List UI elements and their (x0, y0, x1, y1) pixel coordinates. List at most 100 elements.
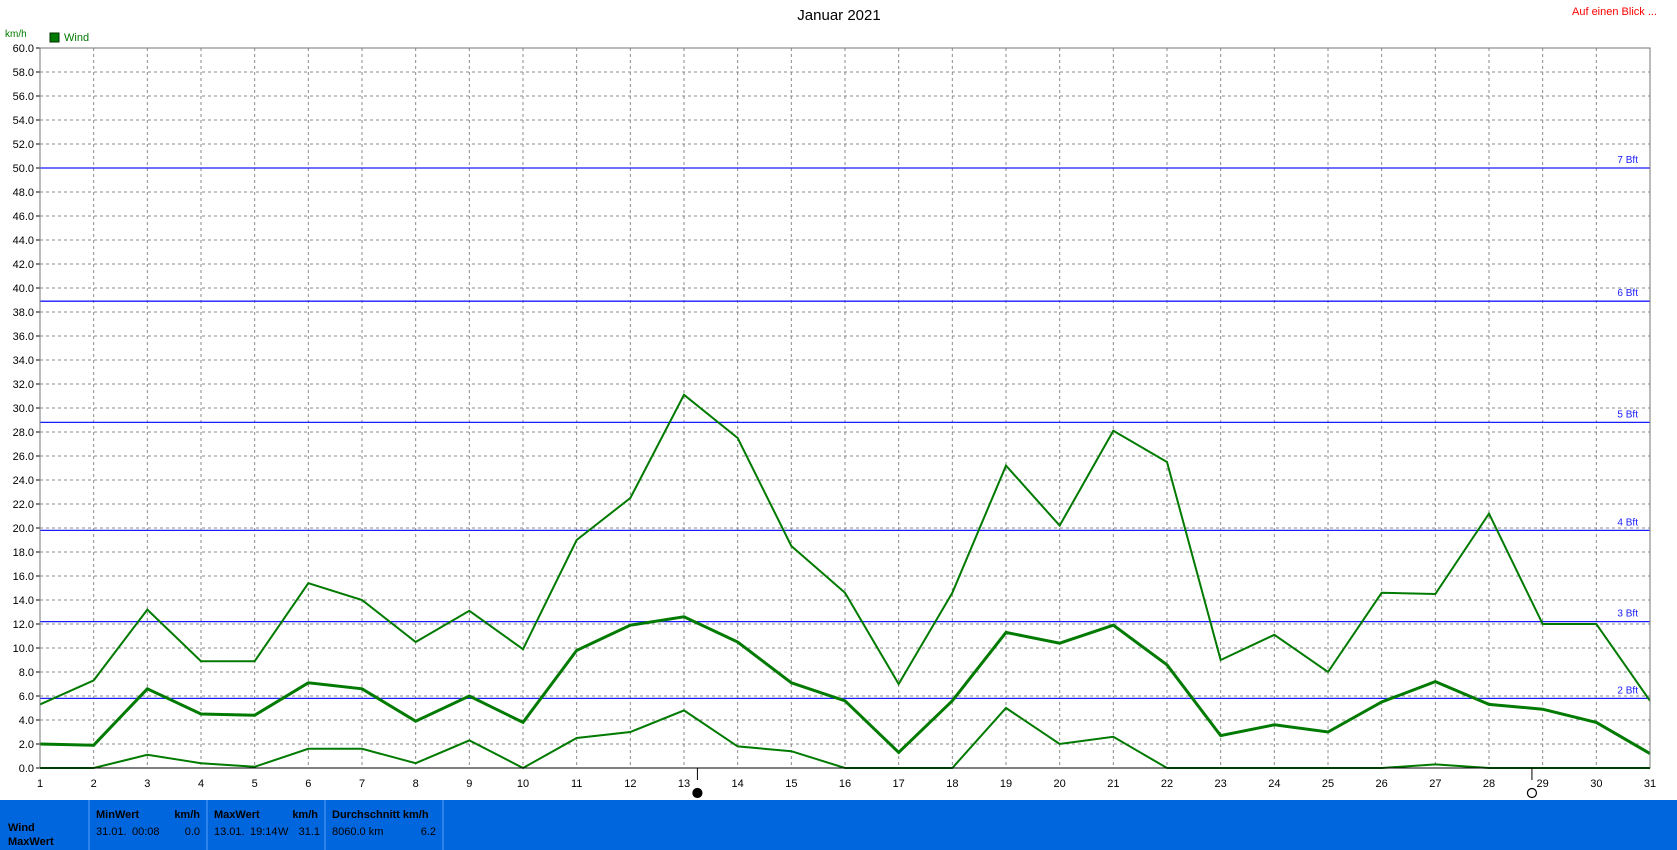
y-tick-label: 30.0 (13, 403, 34, 415)
y-tick-label: 52.0 (13, 139, 34, 151)
x-tick-label: 26 (1376, 778, 1388, 790)
x-tick-label: 15 (785, 778, 797, 790)
y-axis-unit: km/h (5, 29, 27, 40)
y-tick-label: 22.0 (13, 499, 34, 511)
x-tick-label: 3 (144, 778, 150, 790)
y-tick-label: 24.0 (13, 475, 34, 487)
x-tick-label: 7 (359, 778, 365, 790)
y-tick-label: 4.0 (19, 715, 34, 727)
x-tick-label: 2 (91, 778, 97, 790)
x-tick-label: 10 (517, 778, 529, 790)
footer-row-label-wind: Wind (8, 822, 35, 834)
y-tick-label: 44.0 (13, 235, 34, 247)
x-tick-label: 4 (198, 778, 204, 790)
y-tick-label: 50.0 (13, 163, 34, 175)
x-tick-label: 14 (732, 778, 744, 790)
beaufort-label: 2 Bft (1617, 685, 1638, 696)
chart-title: Januar 2021 (797, 7, 880, 24)
y-tick-label: 42.0 (13, 259, 34, 271)
y-tick-label: 56.0 (13, 91, 34, 103)
max-time: 19:14 (250, 826, 278, 838)
full-moon-icon (1526, 787, 1538, 799)
y-tick-label: 32.0 (13, 379, 34, 391)
overview-link[interactable]: Auf einen Blick ... (1572, 6, 1657, 18)
x-tick-label: 24 (1268, 778, 1280, 790)
y-tick-label: 38.0 (13, 307, 34, 319)
avg-header: Durchschnitt km/h (332, 809, 429, 821)
wind-chart: Januar 2021 km/h Wind 2 Bft 3 Bft 4 Bft 5 B… (0, 0, 1677, 800)
average-cell: Durchschnitt km/h 8060.0 km 6.2 (324, 800, 444, 850)
max-value-cell: MaxWert km/h 13.01. 19:14 W 31.1 (206, 800, 324, 850)
x-tick-label: 28 (1483, 778, 1495, 790)
max-direction: W (278, 826, 289, 838)
min-time: 00:08 (132, 826, 160, 838)
x-tick-label: 23 (1215, 778, 1227, 790)
x-tick-label: 8 (413, 778, 419, 790)
x-tick-label: 9 (466, 778, 472, 790)
x-tick-label: 29 (1537, 778, 1549, 790)
y-tick-label: 8.0 (19, 667, 34, 679)
min-unit: km/h (174, 809, 200, 821)
chart-svg: Januar 2021 km/h Wind 2 Bft 3 Bft 4 Bft 5 B… (5, 7, 1657, 799)
min-value-cell: MinWert km/h 31.01. 00:08 0.0 (88, 800, 206, 850)
y-tick-label: 28.0 (13, 427, 34, 439)
x-tick-label: 25 (1322, 778, 1334, 790)
y-tick-label: 36.0 (13, 331, 34, 343)
avg-distance: 8060.0 km (332, 826, 384, 838)
footer-row-label-maxwert: MaxWert (8, 836, 54, 848)
x-tick-label: 17 (893, 778, 905, 790)
y-tick-label: 16.0 (13, 571, 34, 583)
x-tick-label: 5 (252, 778, 258, 790)
y-tick-label: 26.0 (13, 451, 34, 463)
x-tick-label: 6 (305, 778, 311, 790)
y-tick-label: 12.0 (13, 619, 34, 631)
y-tick-label: 46.0 (13, 211, 34, 223)
y-tick-label: 10.0 (13, 643, 34, 655)
y-tick-label: 60.0 (13, 43, 34, 55)
new-moon-icon (692, 787, 703, 799)
y-tick-label: 58.0 (13, 67, 34, 79)
beaufort-label: 4 Bft (1617, 517, 1638, 528)
y-tick-label: 48.0 (13, 187, 34, 199)
x-tick-label: 11 (571, 778, 582, 790)
x-tick-label: 21 (1107, 778, 1119, 790)
series-line-max (39, 393, 1651, 706)
x-tick-label: 31 (1644, 778, 1656, 790)
beaufort-label: 7 Bft (1617, 155, 1638, 166)
x-tick-label: 1 (37, 778, 43, 790)
max-unit: km/h (292, 809, 318, 821)
beaufort-label: 6 Bft (1617, 288, 1638, 299)
x-tick-label: 22 (1161, 778, 1173, 790)
y-tick-label: 34.0 (13, 355, 34, 367)
axes: 0.0 2.0 4.0 6.0 8.0 10.0 12.0 14.0 16.0 18.0 20.0 2… (13, 43, 1657, 790)
y-tick-label: 14.0 (13, 595, 34, 607)
beaufort-label: 5 Bft (1617, 409, 1638, 420)
x-tick-label: 30 (1590, 778, 1602, 790)
min-header: MinWert (96, 809, 140, 821)
y-tick-label: 6.0 (19, 691, 34, 703)
max-value: 31.1 (298, 826, 320, 838)
y-tick-label: 54.0 (13, 115, 34, 127)
max-header: MaxWert (214, 809, 260, 821)
x-tick-label: 18 (946, 778, 958, 790)
min-date: 31.01. (96, 826, 127, 838)
x-tick-label: 19 (1000, 778, 1012, 790)
y-tick-label: 20.0 (13, 523, 34, 535)
min-value: 0.0 (184, 826, 200, 838)
y-tick-label: 0.0 (19, 763, 34, 775)
y-tick-label: 18.0 (13, 547, 34, 559)
x-tick-label: 12 (624, 778, 636, 790)
y-tick-label: 2.0 (19, 739, 34, 751)
max-date: 13.01. (214, 826, 245, 838)
grid (40, 48, 1650, 768)
y-tick-label: 40.0 (13, 283, 34, 295)
summary-footer: Wind MaxWert MinWert km/h 31.01. 00:08 0… (0, 800, 1677, 850)
x-tick-label: 16 (839, 778, 851, 790)
x-tick-label: 27 (1429, 778, 1441, 790)
x-tick-label: 13 (678, 778, 690, 790)
legend-swatch (49, 32, 60, 43)
beaufort-label: 3 Bft (1617, 609, 1638, 620)
avg-value: 6.2 (420, 826, 436, 838)
legend-label: Wind (64, 32, 89, 44)
x-tick-label: 20 (1054, 778, 1066, 790)
